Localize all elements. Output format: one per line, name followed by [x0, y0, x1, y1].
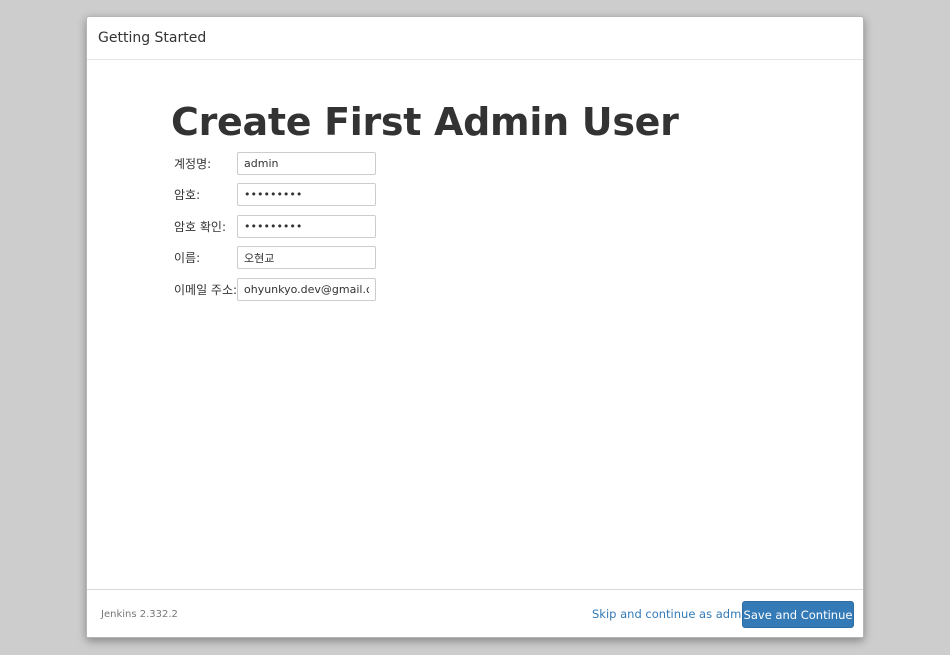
save-continue-button[interactable]: Save and Continue	[742, 601, 854, 628]
version-label: Jenkins 2.332.2	[101, 609, 178, 620]
page-heading: Create First Admin User	[171, 100, 679, 144]
skip-continue-link[interactable]: Skip and continue as admin	[592, 607, 752, 621]
email-input[interactable]	[237, 278, 376, 301]
email-label: 이메일 주소:	[174, 283, 238, 297]
dialog-title: Getting Started	[98, 30, 207, 46]
username-row: 계정명:	[174, 152, 474, 176]
username-label: 계정명:	[174, 157, 212, 171]
fullname-row: 이름:	[174, 246, 474, 270]
fullname-label: 이름:	[174, 251, 201, 265]
password-input[interactable]	[237, 183, 376, 206]
dialog-footer: Jenkins 2.332.2 Skip and continue as adm…	[87, 589, 863, 637]
setup-dialog: Getting Started Create First Admin User …	[86, 16, 864, 638]
fullname-input[interactable]	[237, 246, 376, 269]
confirm-password-label: 암호 확인:	[174, 220, 227, 234]
email-row: 이메일 주소:	[174, 278, 474, 302]
password-row: 암호:	[174, 183, 474, 207]
confirm-password-row: 암호 확인:	[174, 215, 474, 239]
dialog-header: Getting Started	[87, 17, 863, 60]
username-input[interactable]	[237, 152, 376, 175]
password-label: 암호:	[174, 188, 201, 202]
confirm-password-input[interactable]	[237, 215, 376, 238]
